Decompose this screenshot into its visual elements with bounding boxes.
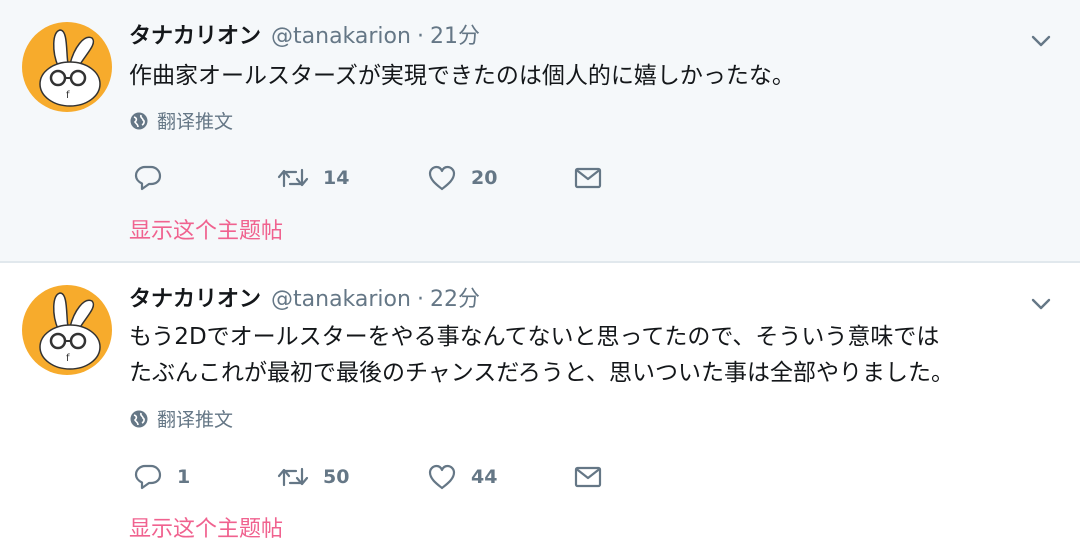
- separator: ·: [416, 24, 424, 49]
- tweet-text-line: たぶんこれが最初で最後のチャンスだろうと、思いついた事は全部やりました。: [129, 360, 955, 386]
- retweet-button[interactable]: 50: [277, 462, 349, 492]
- avatar[interactable]: f: [22, 285, 112, 375]
- envelope-icon: [574, 167, 602, 189]
- retweet-icon: [277, 467, 309, 487]
- heart-icon: [428, 464, 456, 490]
- tweet-text: 作曲家オールスターズが実現できたのは個人的に嬉しかったな。: [129, 58, 1059, 94]
- tweet-text: もう2Dでオールスターをやる事なんてないと思ってたので、そういう意味では たぶん…: [129, 319, 1059, 391]
- retweet-count: 50: [323, 466, 350, 488]
- separator: ·: [416, 287, 424, 312]
- reply-button[interactable]: 1: [133, 462, 190, 492]
- display-name[interactable]: タナカリオン: [129, 24, 261, 49]
- heart-icon: [428, 165, 456, 191]
- tweet[interactable]: f タナカリオン @tanakarion · 22分 もう2Dでオールスターをやる事な…: [0, 265, 1080, 560]
- tweet-actions: 14 20: [133, 163, 633, 193]
- translate-label[interactable]: 翻译推文: [157, 409, 233, 431]
- svg-text:f: f: [66, 90, 70, 101]
- show-thread-link[interactable]: 显示这个主题帖: [129, 217, 283, 247]
- tweet-text-line: 作曲家オールスターズが実現できたのは個人的に嬉しかったな。: [129, 63, 795, 89]
- chevron-down-icon[interactable]: [1028, 291, 1054, 317]
- handle[interactable]: @tanakarion: [271, 287, 411, 312]
- tweet-text-line: もう2Dでオールスターをやる事なんてないと思ってたので、そういう意味では: [129, 324, 940, 350]
- translate-label[interactable]: 翻译推文: [157, 111, 233, 133]
- like-button[interactable]: 44: [427, 462, 497, 492]
- translate-link[interactable]: 翻译推文: [129, 109, 233, 135]
- like-count: 44: [471, 466, 498, 488]
- like-button[interactable]: 20: [427, 163, 497, 193]
- reply-icon: [134, 165, 162, 191]
- show-thread-link[interactable]: 显示这个主题帖: [129, 515, 283, 545]
- timestamp[interactable]: 22分: [430, 287, 480, 312]
- timestamp[interactable]: 21分: [430, 24, 480, 49]
- translate-link[interactable]: 翻译推文: [129, 407, 233, 433]
- display-name[interactable]: タナカリオン: [129, 287, 261, 312]
- globe-icon: [130, 112, 148, 130]
- retweet-count: 14: [323, 167, 350, 189]
- direct-message-button[interactable]: [573, 163, 603, 193]
- direct-message-button[interactable]: [573, 462, 603, 492]
- tweet-actions: 1 50 44: [133, 462, 633, 492]
- tweet[interactable]: f タナカリオン @tanakarion · 21分 作曲家オールスターズが実現できた…: [0, 0, 1080, 263]
- svg-text:f: f: [66, 353, 70, 364]
- reply-count: 1: [177, 466, 191, 488]
- chevron-down-icon[interactable]: [1028, 28, 1054, 54]
- envelope-icon: [574, 466, 602, 488]
- reply-icon: [134, 464, 162, 490]
- reply-button[interactable]: [133, 163, 177, 193]
- retweet-button[interactable]: 14: [277, 163, 349, 193]
- retweet-icon: [277, 168, 309, 188]
- handle[interactable]: @tanakarion: [271, 24, 411, 49]
- avatar[interactable]: f: [22, 22, 112, 112]
- globe-icon: [130, 410, 148, 428]
- like-count: 20: [471, 167, 498, 189]
